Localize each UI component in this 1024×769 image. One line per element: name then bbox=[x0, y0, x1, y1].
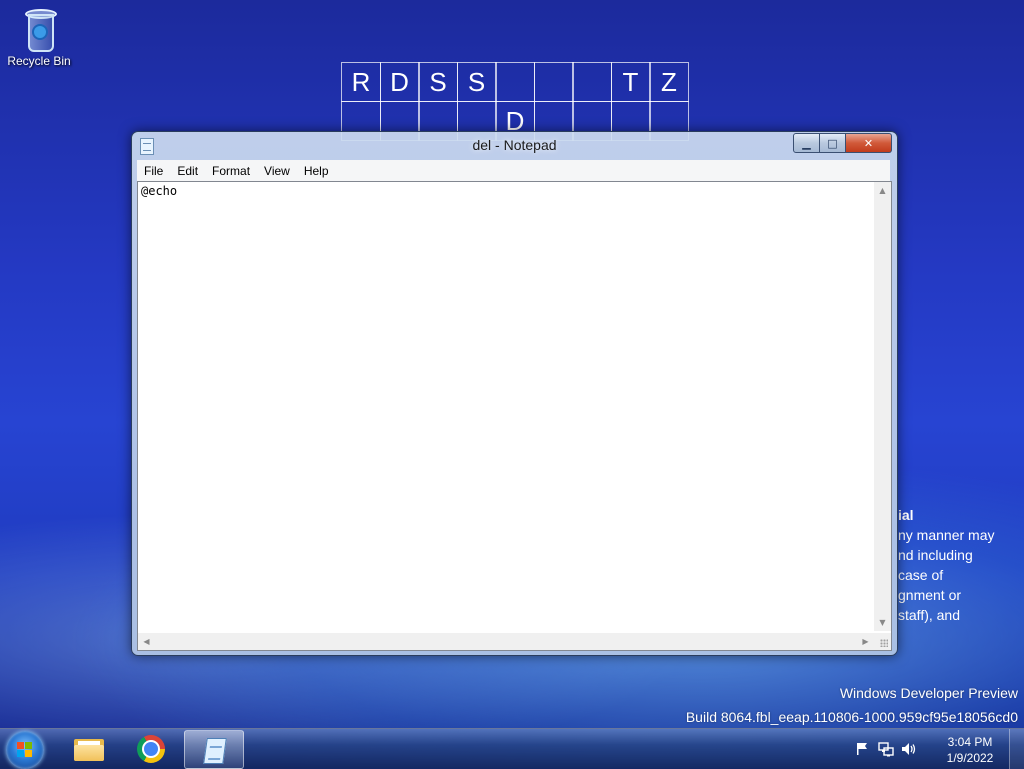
taskbar-file-explorer[interactable] bbox=[60, 730, 118, 767]
start-button[interactable] bbox=[6, 731, 44, 769]
scroll-up-icon[interactable]: ▲ bbox=[874, 182, 891, 199]
taskbar-chrome[interactable] bbox=[122, 730, 180, 767]
legal-line: nd including bbox=[898, 547, 973, 563]
desktop-icon-recycle-bin[interactable]: Recycle Bin bbox=[4, 6, 74, 68]
menu-help[interactable]: Help bbox=[297, 164, 336, 178]
grid-cell: S bbox=[418, 62, 458, 102]
grid-cell: Z bbox=[649, 62, 689, 102]
legal-line: staff), and bbox=[898, 607, 961, 623]
menu-file[interactable]: File bbox=[137, 164, 170, 178]
volume-icon[interactable] bbox=[900, 741, 916, 757]
close-icon: ✕ bbox=[863, 136, 874, 150]
maximize-icon: □ bbox=[827, 136, 838, 150]
menu-bar: File Edit Format View Help bbox=[137, 160, 890, 181]
taskbar-notepad[interactable] bbox=[184, 730, 244, 769]
notepad-icon bbox=[201, 736, 227, 764]
horizontal-scrollbar[interactable]: ◀ ▶ bbox=[138, 633, 874, 650]
text-editor[interactable]: @echo ▲ ▼ ◀ ▶ bbox=[137, 181, 892, 651]
menu-edit[interactable]: Edit bbox=[170, 164, 205, 178]
taskbar: 3:04 PM 1/9/2022 bbox=[0, 728, 1024, 769]
recycle-bin-icon bbox=[22, 6, 57, 52]
system-tray: 3:04 PM 1/9/2022 bbox=[854, 729, 1024, 769]
caption-buttons: ▁ □ ✕ bbox=[793, 133, 892, 153]
grid-cell: D bbox=[379, 62, 420, 102]
minimize-button[interactable]: ▁ bbox=[793, 133, 820, 153]
legal-line: ial bbox=[898, 507, 914, 523]
resize-grip-icon[interactable] bbox=[874, 633, 891, 650]
desktop-icon-label: Recycle Bin bbox=[7, 54, 71, 68]
clock-date: 1/9/2022 bbox=[946, 751, 994, 765]
grid-cell bbox=[533, 62, 574, 102]
editor-content[interactable]: @echo bbox=[141, 184, 177, 198]
legal-line: gnment or bbox=[898, 587, 962, 603]
clock-time: 3:04 PM bbox=[947, 735, 993, 749]
wallpaper-legal-text: ial ny manner may nd including case of g… bbox=[898, 505, 994, 625]
watermark-title: Windows Developer Preview bbox=[839, 685, 1018, 701]
grid-cell: T bbox=[610, 62, 651, 102]
window-title: del - Notepad bbox=[472, 137, 557, 153]
legal-line: ny manner may bbox=[898, 527, 995, 543]
action-center-flag-icon[interactable] bbox=[854, 741, 870, 757]
windows-start-icon bbox=[17, 742, 33, 758]
close-button[interactable]: ✕ bbox=[846, 133, 892, 153]
scroll-right-icon[interactable]: ▶ bbox=[857, 633, 874, 650]
grid-cell bbox=[495, 62, 535, 102]
scroll-left-icon[interactable]: ◀ bbox=[138, 633, 155, 650]
grid-cell: S bbox=[456, 62, 497, 102]
grid-cell: R bbox=[341, 62, 381, 102]
window-titlebar[interactable]: del - Notepad ▁ □ ✕ bbox=[132, 132, 897, 159]
network-icon[interactable] bbox=[878, 741, 894, 757]
grid-cell bbox=[572, 62, 612, 102]
chrome-icon bbox=[137, 734, 165, 763]
vertical-scrollbar[interactable]: ▲ ▼ bbox=[874, 182, 891, 631]
menu-format[interactable]: Format bbox=[205, 164, 257, 178]
show-desktop-button[interactable] bbox=[1009, 729, 1024, 769]
legal-line: case of bbox=[898, 567, 944, 583]
watermark-build: Build 8064.fbl_eeap.110806-1000.959cf95e… bbox=[685, 709, 1018, 725]
minimize-icon: ▁ bbox=[802, 136, 811, 150]
folder-icon bbox=[74, 737, 104, 761]
notepad-window[interactable]: del - Notepad ▁ □ ✕ File Edit Format Vie… bbox=[131, 131, 898, 656]
maximize-button[interactable]: □ bbox=[820, 133, 846, 153]
scroll-down-icon[interactable]: ▼ bbox=[874, 614, 891, 631]
clock[interactable]: 3:04 PM 1/9/2022 bbox=[940, 734, 1000, 766]
menu-view[interactable]: View bbox=[257, 164, 297, 178]
